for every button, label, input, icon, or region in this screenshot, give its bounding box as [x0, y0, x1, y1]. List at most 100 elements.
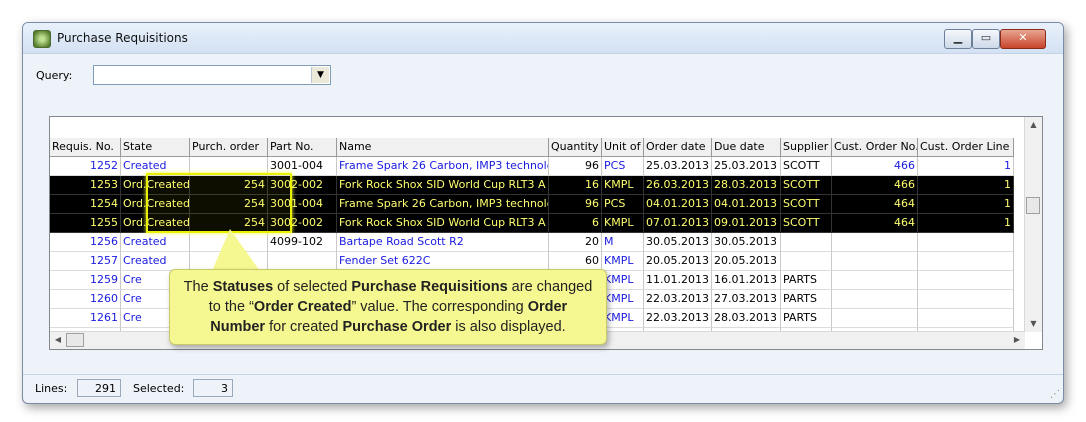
- table-cell[interactable]: [832, 233, 918, 252]
- table-cell[interactable]: 1253: [50, 176, 121, 195]
- resize-grip-icon[interactable]: ⋰: [1050, 390, 1060, 400]
- table-cell[interactable]: 22.03.2013: [644, 290, 712, 309]
- table-cell[interactable]: 22.03.2013: [644, 309, 712, 328]
- table-cell[interactable]: 1255: [50, 214, 121, 233]
- table-cell[interactable]: PARTS: [781, 271, 832, 290]
- table-cell[interactable]: 20.05.2013: [644, 252, 712, 271]
- table-cell[interactable]: 25.03.2013: [644, 157, 712, 176]
- table-cell[interactable]: 27.03.2013: [712, 290, 781, 309]
- table-cell[interactable]: SCOTT: [781, 157, 832, 176]
- table-cell[interactable]: [832, 271, 918, 290]
- table-cell[interactable]: Bartape Road Scott R2: [337, 233, 549, 252]
- table-cell[interactable]: 20: [549, 233, 602, 252]
- table-cell[interactable]: 96: [549, 157, 602, 176]
- table-cell[interactable]: SCOTT: [781, 195, 832, 214]
- table-cell[interactable]: PARTS: [781, 309, 832, 328]
- table-cell[interactable]: 3002-002: [268, 214, 337, 233]
- table-cell[interactable]: [918, 290, 1014, 309]
- table-cell[interactable]: 1252: [50, 157, 121, 176]
- maximize-button[interactable]: ▭: [972, 29, 1000, 49]
- table-cell[interactable]: 4099-102: [268, 233, 337, 252]
- table-cell[interactable]: [918, 252, 1014, 271]
- table-cell[interactable]: [832, 252, 918, 271]
- table-cell[interactable]: SCOTT: [781, 214, 832, 233]
- minimize-button[interactable]: ▁: [944, 29, 972, 49]
- table-cell[interactable]: Ord.Created: [121, 195, 190, 214]
- vertical-scroll-thumb[interactable]: [1026, 197, 1040, 214]
- table-cell[interactable]: 1: [918, 176, 1014, 195]
- column-header[interactable]: Unit of: [602, 138, 644, 157]
- column-header[interactable]: Name: [337, 138, 549, 157]
- table-cell[interactable]: PCS: [602, 195, 644, 214]
- table-cell[interactable]: 28.03.2013: [712, 309, 781, 328]
- column-header[interactable]: Cust. Order No.: [832, 138, 918, 157]
- table-cell[interactable]: 26.03.2013: [644, 176, 712, 195]
- table-cell[interactable]: SCOTT: [781, 176, 832, 195]
- table-cell[interactable]: KMPL: [602, 271, 644, 290]
- table-cell[interactable]: 30.05.2013: [644, 233, 712, 252]
- table-cell[interactable]: Frame Spark 26 Carbon, IMP3 technolo: [337, 157, 549, 176]
- column-header[interactable]: Part No.: [268, 138, 337, 157]
- table-cell[interactable]: Ord.Created: [121, 176, 190, 195]
- scroll-left-icon[interactable]: ◀: [50, 332, 66, 349]
- horizontal-scroll-thumb[interactable]: [66, 333, 84, 347]
- table-cell[interactable]: 96: [549, 195, 602, 214]
- table-cell[interactable]: 3001-004: [268, 195, 337, 214]
- table-cell[interactable]: KMPL: [602, 252, 644, 271]
- scroll-right-icon[interactable]: ▶: [1009, 332, 1025, 349]
- table-cell[interactable]: 1260: [50, 290, 121, 309]
- table-cell[interactable]: 16.01.2013: [712, 271, 781, 290]
- table-cell[interactable]: 3002-002: [268, 176, 337, 195]
- table-cell[interactable]: [832, 309, 918, 328]
- table-cell[interactable]: KMPL: [602, 290, 644, 309]
- table-cell[interactable]: 28.03.2013: [712, 176, 781, 195]
- table-cell[interactable]: 1: [918, 214, 1014, 233]
- column-header[interactable]: Cust. Order Line: [918, 138, 1014, 157]
- table-cell[interactable]: [832, 290, 918, 309]
- table-cell[interactable]: 1259: [50, 271, 121, 290]
- table-cell[interactable]: Ord.Created: [121, 214, 190, 233]
- table-cell[interactable]: 1: [918, 195, 1014, 214]
- column-header[interactable]: Quantity: [549, 138, 602, 157]
- table-cell[interactable]: PARTS: [781, 290, 832, 309]
- table-cell[interactable]: 1261: [50, 309, 121, 328]
- table-cell[interactable]: 1256: [50, 233, 121, 252]
- table-cell[interactable]: 254: [190, 195, 268, 214]
- query-select[interactable]: ▼: [93, 65, 331, 85]
- column-header[interactable]: Purch. order: [190, 138, 268, 157]
- table-cell[interactable]: KMPL: [602, 176, 644, 195]
- table-cell[interactable]: KMPL: [602, 214, 644, 233]
- column-header[interactable]: Supplier: [781, 138, 832, 157]
- table-cell[interactable]: Fork Rock Shox SID World Cup RLT3 A: [337, 214, 549, 233]
- table-cell[interactable]: KMPL: [602, 309, 644, 328]
- vertical-scrollbar[interactable]: ▲ ▼: [1024, 117, 1042, 332]
- table-cell[interactable]: Created: [121, 233, 190, 252]
- table-cell[interactable]: Fork Rock Shox SID World Cup RLT3 A: [337, 176, 549, 195]
- table-cell[interactable]: Created: [121, 157, 190, 176]
- table-cell[interactable]: 466: [832, 157, 918, 176]
- table-cell[interactable]: 6: [549, 214, 602, 233]
- table-cell[interactable]: 25.03.2013: [712, 157, 781, 176]
- table-cell[interactable]: 11.01.2013: [644, 271, 712, 290]
- table-cell[interactable]: 1257: [50, 252, 121, 271]
- table-cell[interactable]: [781, 233, 832, 252]
- table-cell[interactable]: [781, 252, 832, 271]
- table-cell[interactable]: [918, 309, 1014, 328]
- table-cell[interactable]: 1254: [50, 195, 121, 214]
- scroll-down-icon[interactable]: ▼: [1025, 316, 1042, 332]
- column-header[interactable]: State: [121, 138, 190, 157]
- table-cell[interactable]: PCS: [602, 157, 644, 176]
- column-header[interactable]: Requis. No.: [50, 138, 121, 157]
- table-cell[interactable]: 30.05.2013: [712, 233, 781, 252]
- table-cell[interactable]: M: [602, 233, 644, 252]
- table-cell[interactable]: [918, 233, 1014, 252]
- table-cell[interactable]: 464: [832, 195, 918, 214]
- column-header[interactable]: Order date: [644, 138, 712, 157]
- table-cell[interactable]: 04.01.2013: [712, 195, 781, 214]
- column-header[interactable]: Due date: [712, 138, 781, 157]
- table-cell[interactable]: 466: [832, 176, 918, 195]
- table-cell[interactable]: 464: [832, 214, 918, 233]
- table-cell[interactable]: [190, 157, 268, 176]
- scroll-up-icon[interactable]: ▲: [1025, 117, 1042, 133]
- table-cell[interactable]: 20.05.2013: [712, 252, 781, 271]
